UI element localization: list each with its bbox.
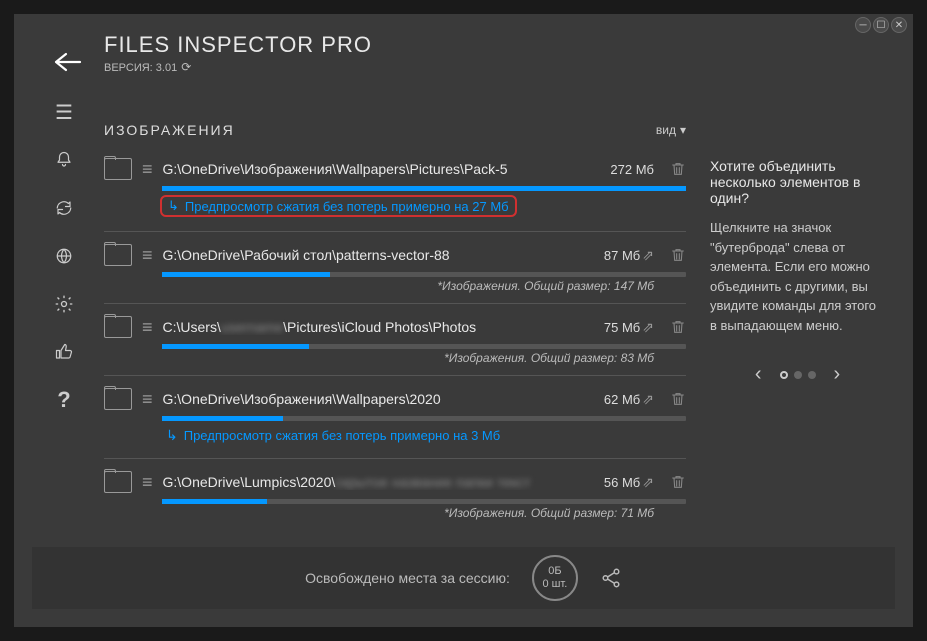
item-menu-icon[interactable]: ≡ [142, 318, 153, 336]
list-item: ≡ G:\OneDrive\Изображения\Wallpapers\202… [104, 382, 686, 452]
tip-title: Хотите объединить несколько элементов в … [710, 158, 885, 206]
pager-dots [780, 371, 816, 379]
item-size: 272 Мб [610, 162, 654, 177]
back-button[interactable] [54, 52, 82, 72]
item-menu-icon[interactable]: ≡ [142, 390, 153, 408]
separator [104, 303, 686, 304]
folder-icon[interactable] [104, 158, 132, 180]
tip-body: Щелкните на значок "бутерброда" слева от… [710, 218, 885, 335]
app-title: FILES INSPECTOR PRO [104, 32, 913, 58]
thumbs-up-icon[interactable] [52, 340, 76, 364]
item-path[interactable]: G:\OneDrive\Lumpics\2020\скрытое названи… [163, 474, 586, 490]
link-icon: ⇗ [642, 474, 654, 490]
item-subtext: *Изображения. Общий размер: 83 Мб [104, 351, 686, 365]
maximize-button[interactable]: ☐ [873, 17, 889, 33]
menu-icon[interactable]: ☰ [52, 100, 76, 124]
list-item: ≡ C:\Users\username\Pictures\iCloud Phot… [104, 310, 686, 369]
list-item: ≡ G:\OneDrive\Рабочий стол\patterns-vect… [104, 238, 686, 297]
separator [104, 375, 686, 376]
footer-label: Освобождено места за сессию: [305, 570, 510, 586]
delete-button[interactable] [670, 319, 686, 335]
item-subtext: *Изображения. Общий размер: 71 Мб [104, 506, 686, 520]
folder-icon[interactable] [104, 471, 132, 493]
bell-icon[interactable] [52, 148, 76, 172]
separator [104, 231, 686, 232]
sync-icon[interactable] [52, 196, 76, 220]
folder-icon[interactable] [104, 388, 132, 410]
item-menu-icon[interactable]: ≡ [142, 160, 153, 178]
preview-arrow-icon: ↳ [166, 427, 178, 444]
close-button[interactable]: ✕ [891, 17, 907, 33]
compression-preview-link[interactable]: ↳Предпросмотр сжатия без потерь примерно… [160, 195, 517, 217]
item-path[interactable]: G:\OneDrive\Изображения\Wallpapers\Pictu… [163, 161, 593, 177]
delete-button[interactable] [670, 474, 686, 490]
prev-tip-button[interactable]: ‹ [755, 363, 762, 386]
chevron-down-icon: ▾ [680, 123, 686, 137]
list-item: ≡ G:\OneDrive\Lumpics\2020\скрытое назва… [104, 465, 686, 524]
size-bar [162, 186, 686, 191]
folder-icon[interactable] [104, 316, 132, 338]
compression-preview-link[interactable]: ↳Предпросмотр сжатия без потерь примерно… [166, 427, 686, 444]
minimize-button[interactable]: ─ [855, 17, 871, 33]
item-menu-icon[interactable]: ≡ [142, 473, 153, 491]
delete-button[interactable] [670, 161, 686, 177]
item-size: 62 Мб⇗ [604, 391, 654, 408]
item-path[interactable]: G:\OneDrive\Рабочий стол\patterns-vector… [163, 247, 586, 263]
item-size: 87 Мб⇗ [604, 247, 654, 264]
item-menu-icon[interactable]: ≡ [142, 246, 153, 264]
view-toggle[interactable]: вид▾ [656, 123, 686, 137]
item-size: 75 Мб⇗ [604, 319, 654, 336]
refresh-icon[interactable]: ⟳ [181, 60, 191, 74]
pager-dot[interactable] [794, 371, 802, 379]
preview-arrow-icon: ↳ [168, 198, 179, 214]
globe-icon[interactable] [52, 244, 76, 268]
item-path[interactable]: C:\Users\username\Pictures\iCloud Photos… [163, 319, 586, 335]
item-size: 56 Мб⇗ [604, 474, 654, 491]
share-icon[interactable] [600, 567, 622, 589]
section-title: ИЗОБРАЖЕНИЯ [104, 122, 235, 138]
link-icon: ⇗ [642, 319, 654, 335]
size-bar [162, 272, 686, 277]
session-counter: 0Б 0 шт. [532, 555, 578, 601]
size-bar [162, 499, 686, 504]
delete-button[interactable] [670, 391, 686, 407]
size-bar [162, 416, 686, 421]
folder-icon[interactable] [104, 244, 132, 266]
pager-dot[interactable] [808, 371, 816, 379]
pager-dot[interactable] [780, 371, 788, 379]
link-icon: ⇗ [642, 391, 654, 407]
link-icon: ⇗ [642, 247, 654, 263]
help-icon[interactable]: ? [52, 388, 76, 412]
app-version: ВЕРСИЯ: 3.01⟳ [104, 60, 913, 74]
item-path[interactable]: G:\OneDrive\Изображения\Wallpapers\2020 [163, 391, 586, 407]
separator [104, 458, 686, 459]
delete-button[interactable] [670, 247, 686, 263]
item-subtext: *Изображения. Общий размер: 147 Мб [104, 279, 686, 293]
gear-icon[interactable] [52, 292, 76, 316]
next-tip-button[interactable]: › [834, 363, 841, 386]
list-item: ≡ G:\OneDrive\Изображения\Wallpapers\Pic… [104, 152, 686, 225]
size-bar [162, 344, 686, 349]
